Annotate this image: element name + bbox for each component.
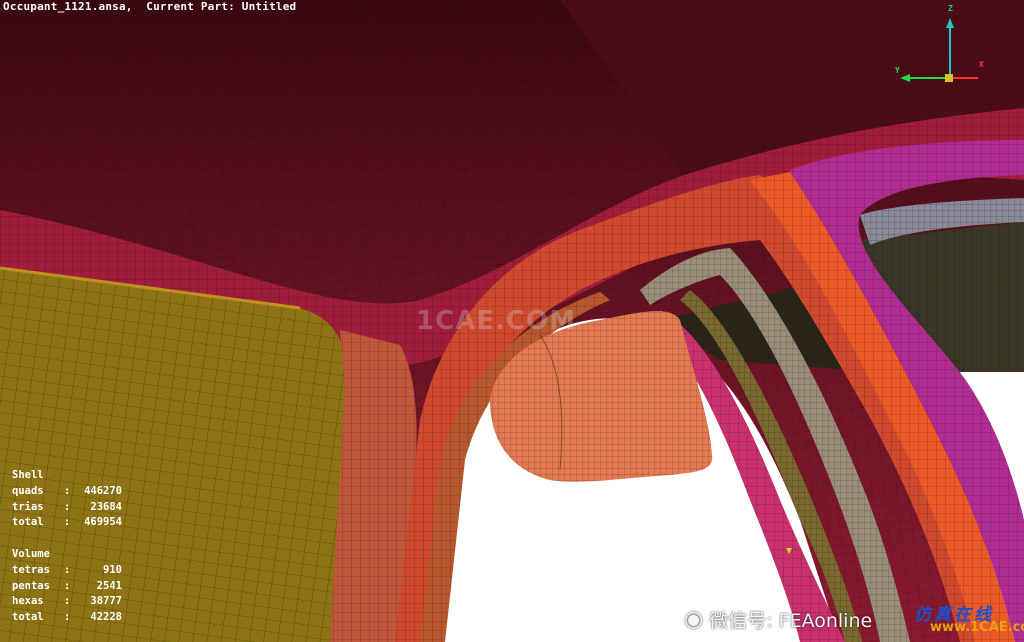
stat-value: 910 xyxy=(103,563,122,576)
stat-row-hexas: hexas:38777 xyxy=(12,594,122,610)
stat-value: 23684 xyxy=(90,500,122,513)
brand-url: www.1CAE.com xyxy=(930,620,1024,635)
brand-watermark: 仿真在线 www.1CAE.com xyxy=(912,600,1024,638)
stat-row-pentas: pentas:2541 xyxy=(12,579,122,595)
stat-label: hexas xyxy=(12,595,44,608)
stat-value: 469954 xyxy=(84,516,122,529)
stat-label: total xyxy=(12,611,44,624)
stat-label: quads xyxy=(12,484,44,497)
axis-y-label: Y xyxy=(895,66,900,75)
stat-row-tetras: tetras:910 xyxy=(12,563,122,579)
shell-stats-panel: Shell quads:446270 trias:23684 total:469… xyxy=(12,468,122,531)
stat-row-trias: trias:23684 xyxy=(12,500,122,516)
wechat-watermark: ◉ 微信号: FEAonline xyxy=(684,606,872,633)
stat-value: 42228 xyxy=(90,611,122,624)
axis-z-label: Z xyxy=(948,4,953,13)
stat-label: trias xyxy=(12,500,44,513)
volume-stats-panel: Volume tetras:910 pentas:2541 hexas:3877… xyxy=(12,547,122,626)
wechat-id: 微信号: FEAonline xyxy=(709,610,873,632)
window-title: Occupant_1121.ansa, Current Part: Untitl… xyxy=(3,0,297,13)
volume-heading: Volume xyxy=(12,548,50,560)
stat-value: 2541 xyxy=(96,579,122,592)
wechat-icon: ◉ xyxy=(684,607,704,632)
stat-value: 38777 xyxy=(90,595,122,608)
stat-row-volume-total: total:42228 xyxy=(12,610,122,626)
stat-row-quads: quads:446270 xyxy=(12,484,122,500)
center-watermark: 1CAE.COM xyxy=(416,306,576,336)
stat-label: pentas xyxy=(12,579,50,592)
stat-label: tetras xyxy=(12,563,50,576)
stat-label: total xyxy=(12,516,44,529)
axis-x-label: X xyxy=(979,60,984,69)
shell-heading: Shell xyxy=(12,469,44,481)
3d-viewport[interactable]: Z Y X 1CAE.COM xyxy=(0,0,1024,642)
stat-row-shell-total: total:469954 xyxy=(12,515,122,531)
stat-value: 446270 xyxy=(84,484,122,497)
